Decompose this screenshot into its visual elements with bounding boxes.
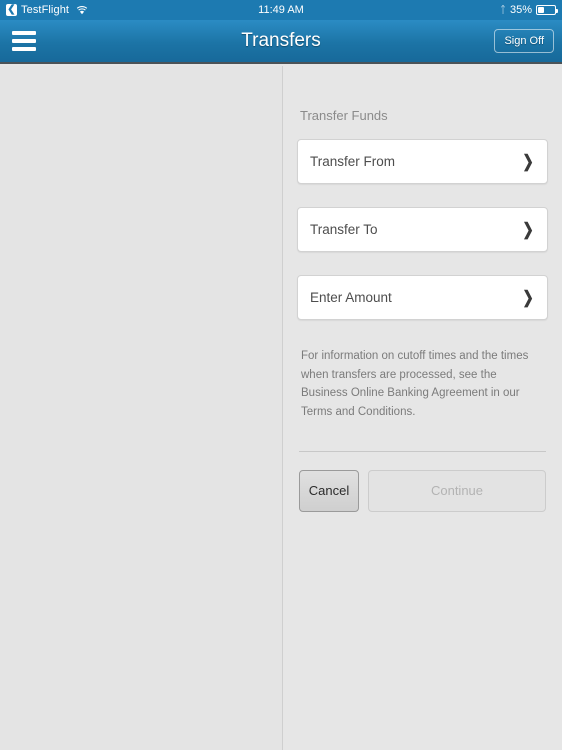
chevron-right-icon: ❯	[522, 152, 534, 171]
action-button-group: Cancel Continue	[297, 469, 548, 512]
bluetooth-icon: ᛏ	[499, 4, 506, 16]
battery-icon	[536, 5, 558, 15]
content-area: Transfer Funds Transfer From ❯ Transfer …	[0, 66, 562, 750]
app-root: ❮ TestFlight 11:49 AM ᛏ 35% Transfers Si…	[0, 0, 562, 750]
transfer-form-pane: Transfer Funds Transfer From ❯ Transfer …	[283, 66, 562, 750]
field-row-transfer-to[interactable]: Transfer To ❯	[297, 207, 548, 252]
continue-button[interactable]: Continue	[368, 469, 546, 512]
field-row-enter-amount[interactable]: Enter Amount ❯	[297, 275, 548, 320]
navigation-bar: Transfers Sign Off	[0, 20, 562, 64]
chevron-right-icon: ❯	[522, 220, 534, 239]
status-bar-right: ᛏ 35%	[499, 4, 558, 16]
sign-off-button[interactable]: Sign Off	[494, 29, 554, 53]
chevron-right-icon: ❯	[522, 288, 534, 307]
left-empty-pane	[0, 66, 283, 750]
hamburger-menu-icon[interactable]	[6, 25, 42, 57]
section-divider	[299, 450, 546, 452]
battery-fill	[538, 7, 545, 13]
hamburger-bar	[12, 31, 36, 35]
field-label: Transfer From	[310, 154, 396, 169]
cancel-button[interactable]: Cancel	[299, 469, 359, 512]
section-header: Transfer Funds	[300, 108, 388, 123]
cutoff-info-text: For information on cutoff times and the …	[301, 350, 529, 418]
status-bar-time: 11:49 AM	[258, 4, 304, 16]
field-label: Transfer To	[310, 222, 378, 237]
hamburger-bar	[12, 39, 36, 43]
battery-percent-label: 35%	[509, 4, 532, 16]
page-title: Transfers	[241, 30, 321, 51]
field-label: Enter Amount	[310, 290, 392, 305]
field-row-transfer-from[interactable]: Transfer From ❯	[297, 139, 548, 184]
status-bar: ❮ TestFlight 11:49 AM ᛏ 35%	[0, 0, 562, 20]
hamburger-bar	[12, 47, 36, 51]
